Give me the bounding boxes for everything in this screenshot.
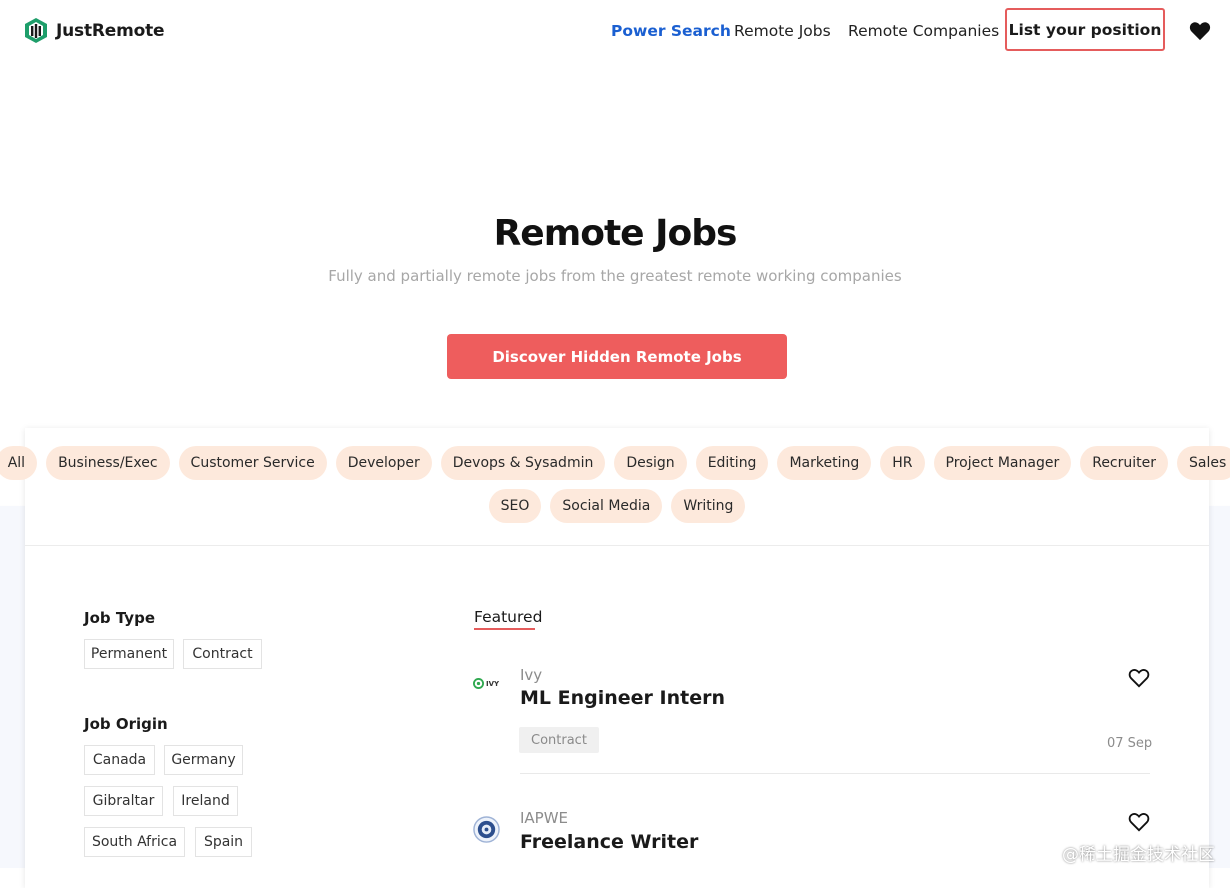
job-title[interactable]: Freelance Writer xyxy=(520,831,698,853)
job-separator xyxy=(520,773,1150,774)
filter-ireland[interactable]: Ireland xyxy=(173,786,238,816)
job-title[interactable]: ML Engineer Intern xyxy=(520,687,725,709)
heart-icon[interactable] xyxy=(1189,21,1211,41)
category-recruiter[interactable]: Recruiter xyxy=(1080,446,1169,480)
job-company[interactable]: IAPWE xyxy=(520,809,568,827)
category-writing[interactable]: Writing xyxy=(671,489,746,523)
job-company[interactable]: Ivy xyxy=(520,666,542,684)
filter-canada[interactable]: Canada xyxy=(84,745,155,775)
list-your-position-button[interactable]: List your position xyxy=(1005,8,1165,51)
filter-south-africa[interactable]: South Africa xyxy=(84,827,185,857)
category-marketing[interactable]: Marketing xyxy=(777,446,872,480)
category-seo[interactable]: SEO xyxy=(488,489,542,523)
watermark-text: @稀土掘金技术社区 xyxy=(1062,845,1215,865)
category-developer[interactable]: Developer xyxy=(335,446,432,480)
category-project-manager[interactable]: Project Manager xyxy=(933,446,1072,480)
category-social-media[interactable]: Social Media xyxy=(550,489,663,523)
filter-permanent[interactable]: Permanent xyxy=(84,639,174,669)
ivy-logo-text: IVY xyxy=(486,679,500,688)
jobs-panel: All Business/Exec Customer Service Devel… xyxy=(0,428,1230,888)
brand-name: JustRemote xyxy=(56,20,165,41)
category-devops-sysadmin[interactable]: Devops & Sysadmin xyxy=(440,446,606,480)
page-subtitle: Fully and partially remote jobs from the… xyxy=(328,267,902,285)
favorite-heart-icon[interactable] xyxy=(1128,668,1150,688)
justremote-logo-icon xyxy=(25,18,47,43)
nav-remote-companies[interactable]: Remote Companies xyxy=(848,22,999,40)
job-origin-heading: Job Origin xyxy=(84,715,168,733)
job-type-heading: Job Type xyxy=(84,609,155,627)
tab-featured[interactable]: Featured xyxy=(474,608,542,626)
category-sales[interactable]: Sales xyxy=(1177,446,1230,480)
category-design[interactable]: Design xyxy=(614,446,687,480)
filter-contract[interactable]: Contract xyxy=(183,639,262,669)
section-divider xyxy=(25,545,1209,546)
ivy-company-logo: IVY xyxy=(473,678,499,689)
job-type-tag: Contract xyxy=(519,727,599,753)
filter-gibraltar[interactable]: Gibraltar xyxy=(84,786,163,816)
nav-remote-jobs[interactable]: Remote Jobs xyxy=(734,22,831,40)
category-all[interactable]: All xyxy=(0,446,38,480)
category-hr[interactable]: HR xyxy=(880,446,925,480)
favorite-heart-icon[interactable] xyxy=(1128,812,1150,832)
category-filter: All Business/Exec Customer Service Devel… xyxy=(0,446,1230,532)
filter-germany[interactable]: Germany xyxy=(164,745,243,775)
tab-active-underline xyxy=(474,628,535,630)
brand-logo[interactable]: JustRemote xyxy=(24,17,165,44)
filter-spain[interactable]: Spain xyxy=(195,827,252,857)
job-date: 07 Sep xyxy=(1107,736,1153,751)
discover-hidden-jobs-button[interactable]: Discover Hidden Remote Jobs xyxy=(447,334,787,379)
category-editing[interactable]: Editing xyxy=(695,446,769,480)
page-title: Remote Jobs xyxy=(493,213,738,254)
nav-power-search[interactable]: Power Search xyxy=(611,22,731,40)
category-business-exec[interactable]: Business/Exec xyxy=(46,446,170,480)
category-customer-service[interactable]: Customer Service xyxy=(178,446,327,480)
top-header: JustRemote Power Search Remote Jobs Remo… xyxy=(0,0,1230,62)
iapwe-logo-icon xyxy=(473,816,500,843)
ivy-logo-icon xyxy=(473,678,484,689)
